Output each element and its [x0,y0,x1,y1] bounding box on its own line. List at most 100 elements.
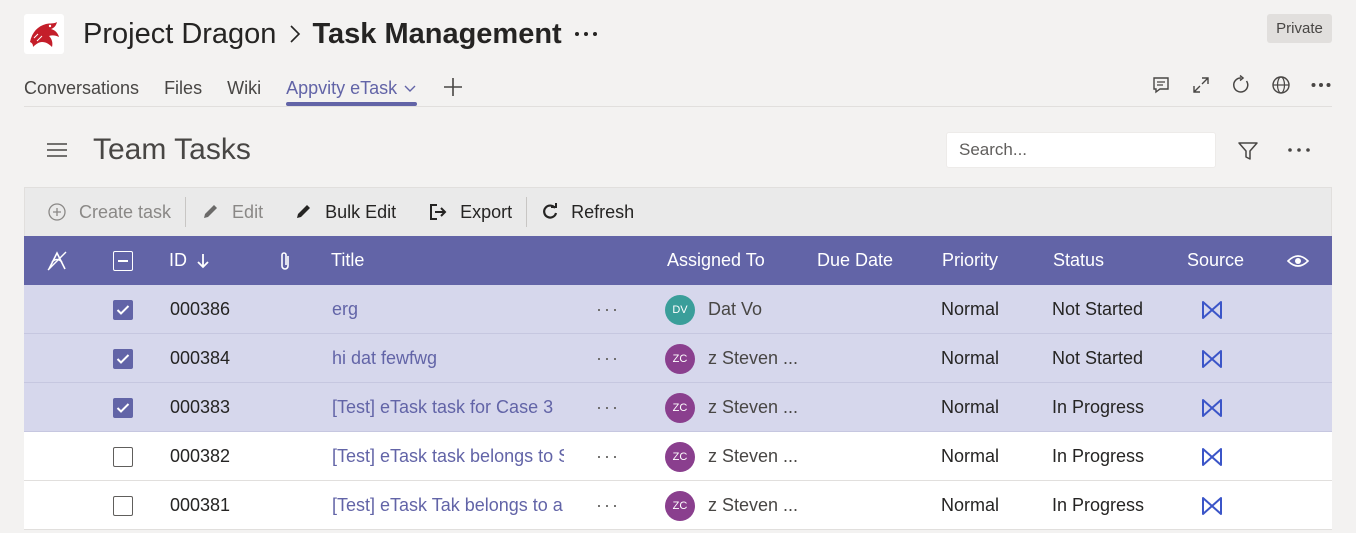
tab-label: Wiki [227,78,262,98]
task-title[interactable]: [Test] eTask task belongs to S.. [332,432,564,481]
search-input[interactable] [946,132,1216,168]
task-title[interactable]: erg [332,285,358,334]
column-header-status[interactable]: Status [1053,236,1104,285]
column-header-due-date[interactable]: Due Date [817,236,893,285]
eye-icon[interactable] [1287,236,1309,285]
table-row[interactable]: 000386 erg ··· DV Dat Vo Normal Not Started [24,285,1332,334]
task-title[interactable]: [Test] eTask task for Case 3 [332,383,553,432]
globe-icon[interactable] [1270,74,1292,96]
tab-conversations[interactable]: Conversations [24,74,139,102]
table-row[interactable]: 000384 hi dat fewfwg ··· ZC z Steven ... Norm… [24,334,1332,383]
row-more-icon[interactable]: ··· [596,334,620,383]
grid-header: ID Title Assigned To Due Date Priority S… [24,236,1332,285]
refresh-button[interactable]: Refresh [541,202,634,223]
status-value: In Progress [1052,495,1145,515]
row-checkbox[interactable] [113,481,133,530]
status-value: In Progress [1052,446,1145,466]
source-icon[interactable] [1201,285,1223,334]
task-title[interactable]: [Test] eTask Tak belongs to a .. [332,481,564,530]
column-header-id[interactable]: ID [169,236,209,285]
tab-files[interactable]: Files [164,74,202,102]
row-checkbox[interactable] [113,383,133,432]
priority-value: Normal [941,348,1000,368]
source-icon[interactable] [1201,481,1223,530]
privacy-badge: Private [1267,14,1332,43]
edit-button[interactable]: Edit [200,202,263,223]
export-icon [428,202,448,222]
more-options-icon[interactable] [574,30,598,38]
table-row[interactable]: 000382 [Test] eTask task belongs to S.. ··… [24,432,1332,481]
row-checkbox[interactable] [113,334,133,383]
refresh-icon [541,203,559,221]
attachment-icon[interactable] [277,236,293,285]
assignee-name: z Steven ... [708,348,799,368]
avatar: ZC [665,442,695,472]
team-logo [24,14,64,54]
tab-divider [24,106,1332,107]
task-id: 000384 [170,348,231,368]
breadcrumb-team[interactable]: Project Dragon [83,16,276,52]
tab-label: Files [164,78,203,98]
sort-down-icon [197,253,209,269]
expand-icon[interactable] [1190,74,1212,96]
source-icon[interactable] [1201,432,1223,481]
export-button[interactable]: Export [428,202,512,223]
channel-tabs: Conversations Files Wiki Appvity eTask [24,74,464,106]
create-task-button[interactable]: Create task [47,202,171,223]
assignee-name: z Steven ... [708,446,799,466]
filter-icon[interactable] [1236,139,1260,163]
column-chooser-icon[interactable] [46,236,68,285]
avatar: ZC [665,393,695,423]
chevron-down-icon[interactable] [403,83,417,93]
column-label: ID [169,250,187,270]
avatar: ZC [665,344,695,374]
task-id: 000386 [170,299,231,319]
refresh-icon[interactable] [1230,74,1252,96]
column-header-assigned-to[interactable]: Assigned To [667,236,765,285]
status-value: Not Started [1052,348,1144,368]
task-id: 000383 [170,397,231,417]
status-value: Not Started [1052,299,1144,319]
task-id: 000381 [170,495,231,515]
tab-label: Appvity eTask [286,78,398,98]
bulk-edit-button[interactable]: Bulk Edit [293,202,396,223]
status-value: In Progress [1052,397,1145,417]
column-header-source[interactable]: Source [1187,236,1244,285]
row-checkbox[interactable] [113,285,133,334]
row-more-icon[interactable]: ··· [596,481,620,530]
tab-label: Conversations [24,78,140,98]
hamburger-menu-icon[interactable] [46,140,68,160]
priority-value: Normal [941,299,1000,319]
add-tab-icon[interactable] [442,76,464,98]
task-grid: ID Title Assigned To Due Date Priority S… [24,236,1332,530]
assignee-name: Dat Vo [708,299,763,319]
app-more-icon[interactable] [1286,140,1312,160]
add-circle-icon [47,202,67,222]
tab-wiki[interactable]: Wiki [227,74,261,102]
column-header-title[interactable]: Title [331,236,364,285]
pencil-icon [293,202,313,222]
row-more-icon[interactable]: ··· [596,432,620,481]
row-checkbox[interactable] [113,432,133,481]
priority-value: Normal [941,446,1000,466]
row-more-icon[interactable]: ··· [596,285,620,334]
avatar: DV [665,295,695,325]
select-all-checkbox[interactable] [113,236,133,285]
toolbar-divider [526,197,528,227]
toolbar-divider [185,197,187,227]
column-header-priority[interactable]: Priority [942,236,998,285]
task-title[interactable]: hi dat fewfwg [332,334,437,383]
table-row[interactable]: 000381 [Test] eTask Tak belongs to a .. ··… [24,481,1332,530]
assignee-name: z Steven ... [708,397,799,417]
more-icon[interactable] [1310,74,1332,96]
create-task-label: Create task [79,201,172,222]
row-more-icon[interactable]: ··· [596,383,620,432]
edit-label: Edit [232,201,264,222]
tab-appvity-etask[interactable]: Appvity eTask [286,74,418,106]
source-icon[interactable] [1201,383,1223,432]
chat-icon[interactable] [1150,74,1172,96]
tab-actions [1150,74,1332,96]
app-title: Team Tasks [93,133,251,166]
table-row[interactable]: 000383 [Test] eTask task for Case 3 ··· ZC z… [24,383,1332,432]
source-icon[interactable] [1201,334,1223,383]
